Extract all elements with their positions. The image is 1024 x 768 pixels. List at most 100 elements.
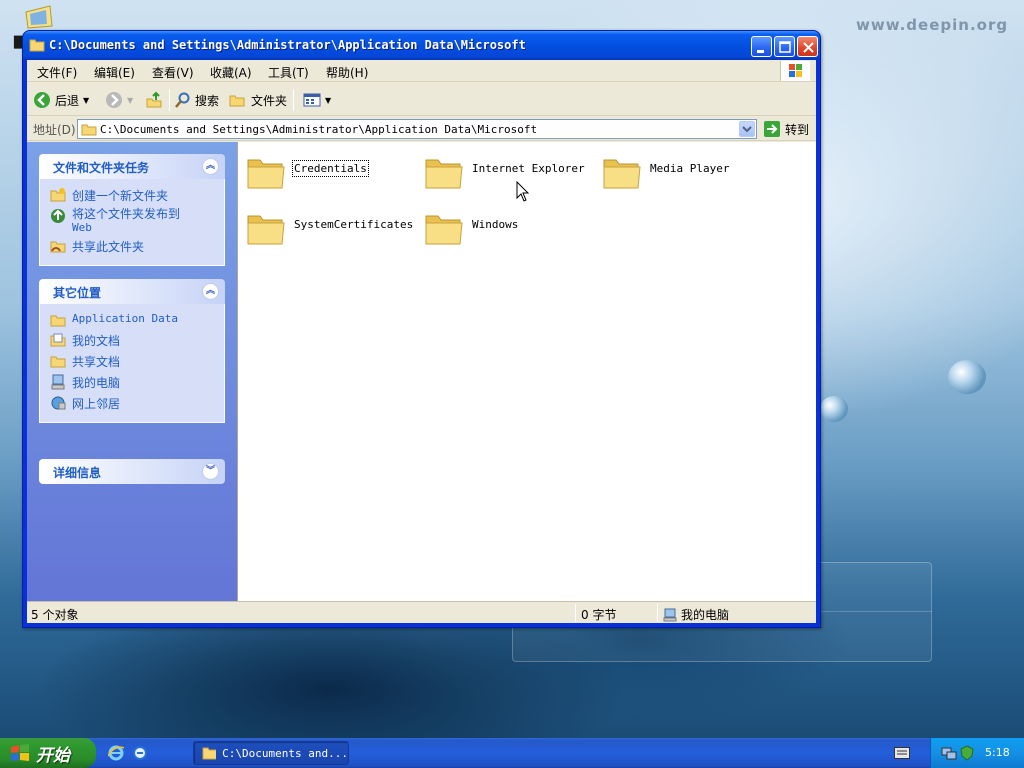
clock[interactable]: 5:18 <box>985 746 1010 759</box>
taskbar: 开始 C:\Documents and... 5:18 <box>0 738 1024 768</box>
menu-file[interactable]: 文件(F) <box>37 64 77 81</box>
menu-favorites[interactable]: 收藏(A) <box>210 64 252 81</box>
close-button[interactable] <box>797 36 818 57</box>
views-button[interactable]: ▼ <box>303 89 331 111</box>
details-panel: 详细信息 ︾ <box>39 459 225 484</box>
folder-item[interactable]: Media Player <box>602 150 772 194</box>
folder-icon <box>425 159 463 189</box>
window-titlebar[interactable]: C:\Documents and Settings\Administrator\… <box>23 31 820 60</box>
place-shared-documents[interactable]: 共享文档 <box>40 351 224 372</box>
maximize-button[interactable] <box>774 36 795 57</box>
menu-edit[interactable]: 编辑(E) <box>94 64 135 81</box>
collapse-icon[interactable]: ︽ <box>202 158 219 175</box>
folder-item[interactable]: Internet Explorer <box>424 150 594 194</box>
place-my-computer[interactable]: 我的电脑 <box>40 372 224 393</box>
toolbar: 后退 ▼ ▼ 搜索 文件夹 ▼ <box>27 83 816 116</box>
up-folder-button[interactable] <box>145 89 163 111</box>
task-publish-web-line1: 将这个文件夹发布到 <box>72 207 181 221</box>
back-arrow-icon <box>34 92 50 108</box>
keyboard-icon[interactable] <box>894 747 910 759</box>
window-client: 文件(F) 编辑(E) 查看(V) 收藏(A) 工具(T) 帮助(H) 后退 ▼ <box>27 60 816 623</box>
toolbar-separator <box>169 89 170 111</box>
file-tasks-title: 文件和文件夹任务 <box>53 161 150 175</box>
status-bar: 5 个对象 0 字节 我的电脑 <box>27 601 816 623</box>
folder-item[interactable]: SystemCertificates <box>246 206 416 250</box>
back-dropdown-icon[interactable]: ▼ <box>83 96 89 105</box>
forward-dropdown-icon[interactable]: ▼ <box>127 96 133 105</box>
folder-item[interactable]: Windows <box>424 206 594 250</box>
file-tasks-header[interactable]: 文件和文件夹任务 ︽ <box>39 154 225 179</box>
go-button[interactable]: 转到 <box>763 120 809 138</box>
forward-arrow-icon <box>106 92 122 108</box>
place-network[interactable]: 网上邻居 <box>40 393 224 414</box>
details-header[interactable]: 详细信息 ︾ <box>39 459 225 484</box>
status-location: 我的电脑 <box>663 606 729 623</box>
folder-item[interactable]: Credentials <box>246 150 416 194</box>
place-application-data-label: Application Data <box>72 312 178 325</box>
forward-button[interactable]: ▼ <box>105 89 133 111</box>
place-application-data[interactable]: Application Data <box>40 310 224 330</box>
status-object-count: 5 个对象 <box>31 608 79 622</box>
toolbar-separator <box>293 89 294 111</box>
other-places-header[interactable]: 其它位置 ︽ <box>39 279 225 304</box>
search-button[interactable]: 搜索 <box>175 89 219 111</box>
task-publish-web[interactable]: 将这个文件夹发布到 Web <box>40 206 224 236</box>
start-button[interactable]: 开始 <box>0 738 96 768</box>
network-status-icon[interactable] <box>941 745 957 761</box>
address-input[interactable]: C:\Documents and Settings\Administrator\… <box>77 119 757 139</box>
show-desktop-icon[interactable] <box>132 745 148 761</box>
start-label: 开始 <box>36 745 70 766</box>
folder-icon <box>603 159 641 189</box>
file-list-view[interactable]: Credentials Internet Explorer Media Play… <box>237 142 816 601</box>
status-divider <box>657 604 658 622</box>
views-dropdown-icon[interactable]: ▼ <box>325 96 331 105</box>
taskbar-window-button[interactable]: C:\Documents and... <box>193 741 349 765</box>
task-share-folder[interactable]: 共享此文件夹 <box>40 236 224 257</box>
maximize-icon <box>779 41 791 53</box>
menu-help[interactable]: 帮助(H) <box>326 64 368 81</box>
address-dropdown-button[interactable] <box>739 121 755 137</box>
back-button[interactable]: 后退 ▼ <box>33 89 89 111</box>
status-location-label: 我的电脑 <box>681 608 730 622</box>
menu-view[interactable]: 查看(V) <box>152 64 194 81</box>
expand-icon[interactable]: ︾ <box>202 463 219 480</box>
system-tray: 5:18 <box>930 738 1024 768</box>
mouse-cursor-icon <box>516 181 530 202</box>
task-publish-web-label: 将这个文件夹发布到 Web <box>72 207 181 235</box>
task-new-folder[interactable]: 创建一个新文件夹 <box>40 185 224 206</box>
windows-logo-icon <box>780 61 810 81</box>
back-label: 后退 <box>55 93 80 108</box>
window-title: C:\Documents and Settings\Administrator\… <box>49 38 526 52</box>
menu-tools[interactable]: 工具(T) <box>268 64 309 81</box>
go-label: 转到 <box>785 122 810 137</box>
folders-label: 文件夹 <box>251 93 288 108</box>
views-icon <box>303 93 321 107</box>
place-my-documents[interactable]: 我的文档 <box>40 330 224 351</box>
share-folder-icon <box>50 241 66 253</box>
my-computer-icon <box>51 374 65 390</box>
collapse-icon[interactable]: ︽ <box>202 283 219 300</box>
details-title: 详细信息 <box>53 466 102 480</box>
my-documents-icon <box>50 333 66 347</box>
new-folder-icon <box>50 188 66 202</box>
go-arrow-icon <box>764 121 780 137</box>
folders-button[interactable]: 文件夹 <box>229 89 287 111</box>
desktop-shortcut-icon[interactable] <box>22 2 54 30</box>
other-places-body: Application Data 我的文档 共享文档 我的电脑 网上邻居 <box>39 304 225 423</box>
folder-icon <box>247 215 285 245</box>
internet-explorer-icon[interactable] <box>108 745 124 761</box>
folder-icon <box>425 215 463 245</box>
windows-flag-icon <box>11 744 29 761</box>
file-tasks-body: 创建一个新文件夹 将这个文件夹发布到 Web 共享此文件夹 <box>39 179 225 266</box>
security-shield-icon[interactable] <box>959 745 975 761</box>
water-drop-decoration <box>948 360 986 394</box>
task-new-folder-label: 创建一个新文件夹 <box>72 189 169 203</box>
search-icon <box>175 92 190 108</box>
folder-icon <box>81 124 97 136</box>
address-value: C:\Documents and Settings\Administrator\… <box>100 123 538 136</box>
task-publish-web-line2: Web <box>72 221 92 234</box>
task-share-folder-label: 共享此文件夹 <box>72 240 145 254</box>
other-places-panel: 其它位置 ︽ Application Data 我的文档 共享文档 我的电脑 网… <box>39 279 225 423</box>
folder-icon <box>29 39 45 52</box>
minimize-button[interactable] <box>751 36 772 57</box>
